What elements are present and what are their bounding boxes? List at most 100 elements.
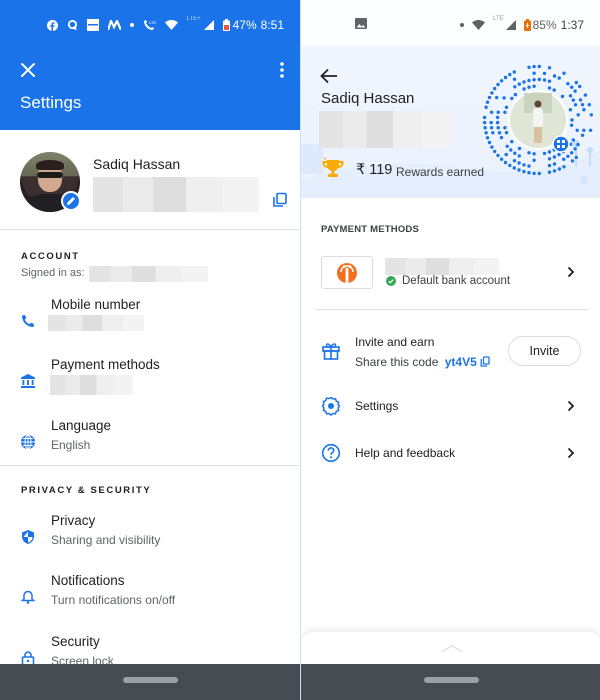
qr-dot bbox=[510, 139, 514, 144]
qr-dot bbox=[502, 96, 506, 100]
qr-dot bbox=[570, 151, 574, 155]
privacy-security-heading: PRIVACY & SECURITY bbox=[21, 485, 152, 496]
privacy-label: Privacy bbox=[51, 513, 96, 528]
myntra-icon bbox=[107, 20, 121, 30]
mobile-number-redacted bbox=[48, 315, 144, 331]
qr-dot bbox=[482, 115, 487, 120]
qr-dot bbox=[557, 76, 561, 80]
mobile-number-item[interactable]: Mobile number bbox=[0, 297, 300, 355]
status-time: 8:51 bbox=[260, 18, 284, 32]
edit-avatar-button[interactable] bbox=[61, 191, 81, 211]
battery-icon bbox=[222, 19, 230, 31]
qr-dot bbox=[583, 93, 588, 97]
settings-label: Settings bbox=[355, 399, 399, 413]
qr-dot bbox=[547, 86, 552, 90]
qr-dot bbox=[562, 157, 566, 161]
qr-dot bbox=[532, 64, 536, 69]
qr-dot bbox=[542, 78, 547, 82]
qr-dot bbox=[504, 105, 509, 109]
more-vert-icon[interactable] bbox=[274, 60, 290, 80]
language-item[interactable]: Language English bbox=[0, 418, 300, 476]
account-heading: ACCOUNT bbox=[21, 251, 80, 262]
gallery-icon bbox=[355, 18, 367, 29]
qr-dot bbox=[489, 126, 494, 130]
qr-dot bbox=[542, 151, 547, 156]
mobile-number-label: Mobile number bbox=[51, 297, 141, 312]
invite-button[interactable]: Invite bbox=[508, 336, 581, 366]
qr-dot bbox=[505, 144, 509, 148]
signed-in-label: Signed in as: bbox=[21, 267, 85, 279]
bank-icon bbox=[21, 374, 35, 388]
privacy-item[interactable]: Privacy Sharing and visibility bbox=[0, 513, 300, 571]
battery-percent: 85% bbox=[532, 18, 557, 32]
qr-dot bbox=[517, 154, 521, 158]
edit-pencil-icon bbox=[67, 197, 75, 205]
default-bank-label: Default bank account bbox=[402, 275, 511, 287]
qr-dot bbox=[483, 126, 487, 130]
qr-dot bbox=[573, 89, 577, 93]
qr-dot bbox=[496, 153, 500, 158]
settings-screen: LTE LTE+ 47% 8:51 Settings Sadiq Hassan … bbox=[0, 0, 300, 700]
qr-dot bbox=[490, 145, 494, 149]
invite-share: Share this code yt4V5 bbox=[355, 355, 490, 369]
home-gesture-handle[interactable] bbox=[424, 677, 479, 683]
qr-dot bbox=[552, 88, 556, 92]
qr-dot bbox=[547, 157, 552, 161]
qr-dot bbox=[487, 140, 492, 145]
qr-dot bbox=[532, 71, 536, 75]
home-gesture-handle[interactable] bbox=[123, 677, 178, 683]
back-arrow-icon[interactable] bbox=[320, 68, 338, 84]
chevron-right-icon bbox=[567, 400, 575, 412]
qr-dot bbox=[580, 133, 585, 137]
payment-methods-item[interactable]: Payment methods bbox=[0, 357, 300, 415]
qr-dot bbox=[532, 152, 536, 156]
notifications-item[interactable]: Notifications Turn notifications on/off bbox=[0, 573, 300, 631]
chevron-right-icon bbox=[567, 447, 575, 459]
chevron-up-icon bbox=[441, 644, 463, 653]
check-circle-icon bbox=[386, 276, 396, 286]
settings-menu-item[interactable]: Settings bbox=[301, 389, 600, 423]
volte-call-icon: LTE bbox=[143, 20, 156, 30]
qr-dot bbox=[587, 103, 591, 107]
qr-dot bbox=[527, 164, 531, 168]
qr-dot bbox=[503, 160, 508, 165]
share-code-label: Share this code bbox=[355, 355, 439, 369]
qr-dot bbox=[496, 126, 500, 130]
qr-dot bbox=[517, 82, 521, 86]
qr-dot bbox=[527, 65, 531, 69]
qr-dot bbox=[578, 98, 583, 102]
qr-dot bbox=[512, 70, 516, 74]
help-feedback-menu-item[interactable]: Help and feedback bbox=[301, 436, 600, 470]
qr-code-icon[interactable] bbox=[479, 60, 597, 180]
qr-dot bbox=[560, 94, 565, 99]
gear-icon bbox=[321, 396, 341, 416]
qr-dot bbox=[532, 84, 536, 88]
lte-label: LTE bbox=[493, 16, 504, 22]
referral-code[interactable]: yt4V5 bbox=[445, 355, 477, 369]
qr-dot bbox=[517, 146, 522, 151]
rewards-label: Rewards earned bbox=[396, 165, 485, 179]
qr-dot bbox=[513, 92, 518, 97]
chevron-right-icon bbox=[567, 266, 575, 278]
language-value: English bbox=[51, 438, 91, 452]
qr-dot bbox=[575, 128, 579, 132]
qr-dot bbox=[588, 128, 593, 132]
qr-dot bbox=[547, 150, 552, 154]
close-icon[interactable] bbox=[18, 60, 38, 80]
qr-dot bbox=[522, 169, 526, 174]
copy-code-icon[interactable] bbox=[480, 356, 490, 367]
bank-logo-glyph bbox=[337, 262, 357, 283]
qr-dot bbox=[552, 155, 557, 159]
copy-icon[interactable] bbox=[272, 192, 288, 208]
wifi-icon bbox=[164, 20, 178, 30]
qr-dot bbox=[522, 163, 526, 167]
default-bank-account-row[interactable]: Default bank account bbox=[301, 250, 600, 294]
qr-dot bbox=[517, 161, 521, 165]
battery-icon bbox=[523, 19, 531, 31]
qr-dot bbox=[547, 163, 552, 168]
qr-dot bbox=[504, 131, 509, 135]
globe-icon bbox=[21, 434, 35, 450]
section-divider bbox=[0, 465, 300, 466]
qr-dot bbox=[566, 154, 570, 158]
qr-dot bbox=[484, 105, 488, 109]
